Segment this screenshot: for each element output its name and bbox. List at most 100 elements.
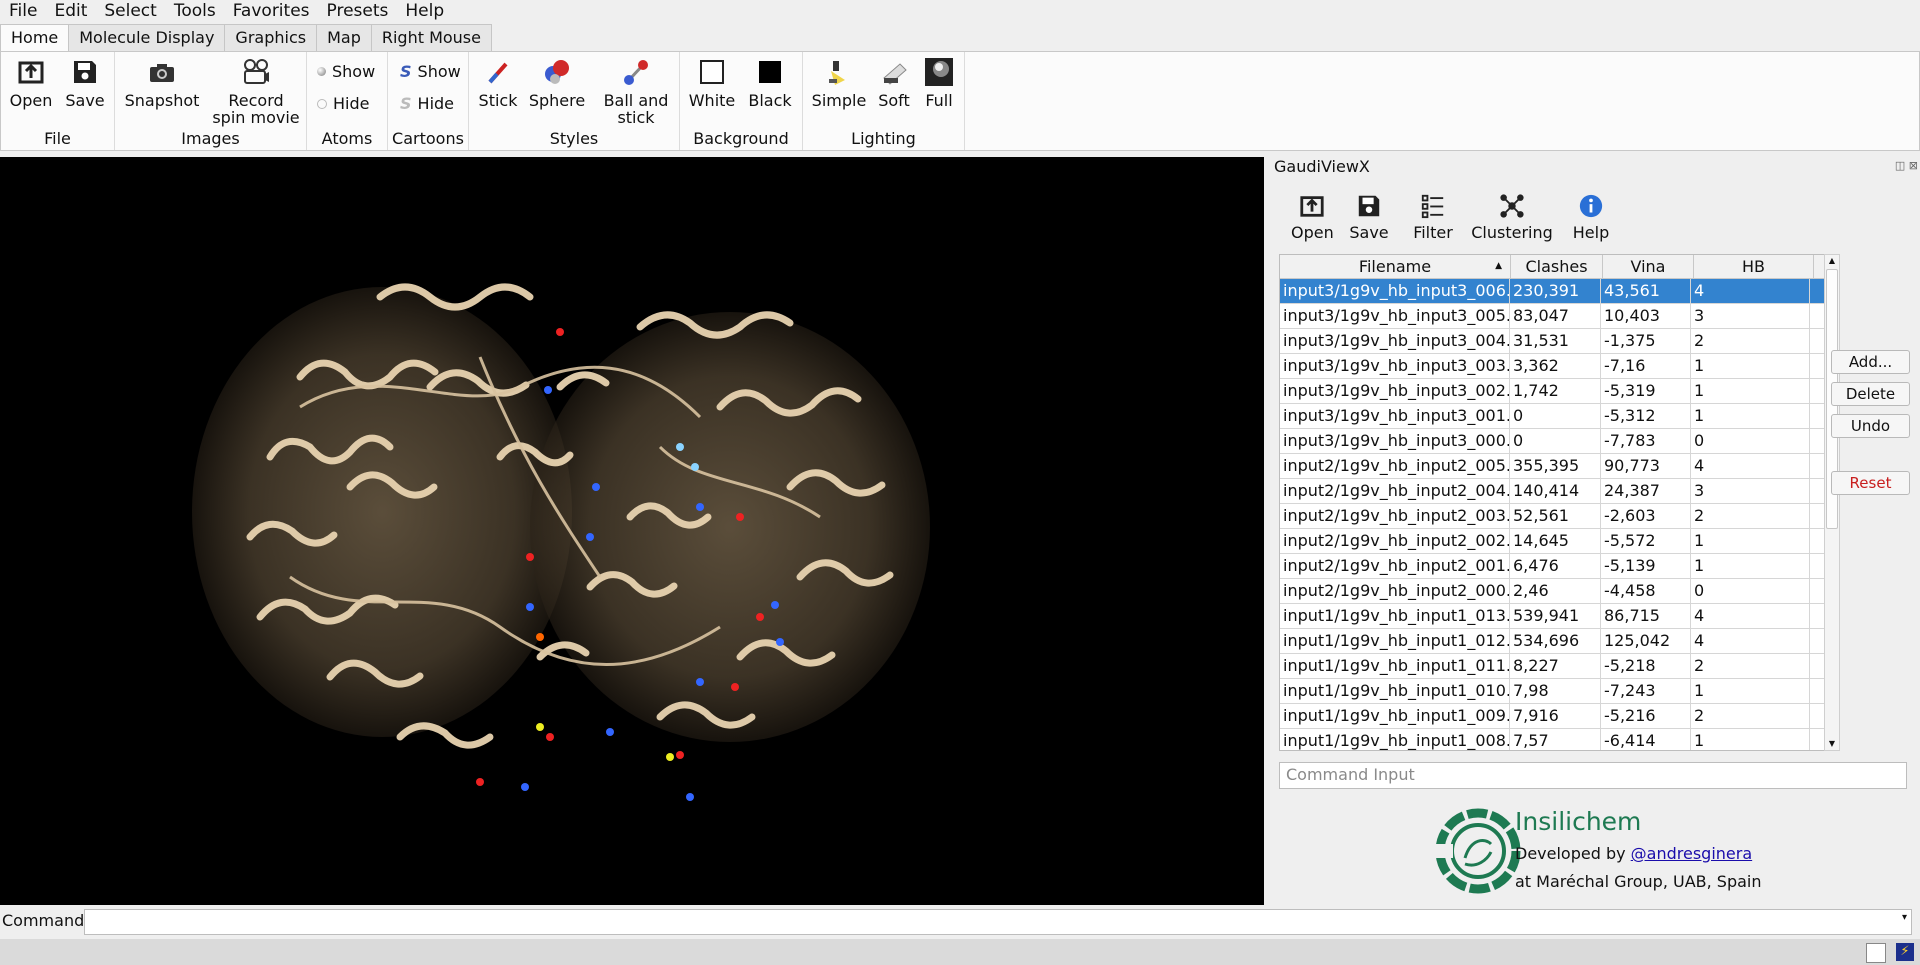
- lighting-full-button[interactable]: Full: [919, 58, 959, 109]
- table-row[interactable]: input3/1g9v_hb_input3_003.zip 3,362 -7,16 1: [1280, 354, 1824, 379]
- tab-graphics[interactable]: Graphics: [224, 24, 318, 51]
- stick-icon: [484, 58, 512, 86]
- table-row[interactable]: input1/1g9v_hb_input1_011.zip 8,227 -5,218…: [1280, 654, 1824, 679]
- command-input[interactable]: [1280, 763, 1902, 786]
- table-row[interactable]: input2/1g9v_hb_input2_005.zip 355,395 90,7…: [1280, 454, 1824, 479]
- cartoons-hide-button[interactable]: S Hide: [400, 94, 454, 113]
- scroll-up-arrow-icon[interactable]: ▲: [1825, 255, 1839, 267]
- column-header-clashes[interactable]: Clashes: [1511, 255, 1603, 278]
- table-cell: 24,387: [1601, 479, 1691, 503]
- table-body: input3/1g9v_hb_input3_006.zip 230,391 43,5…: [1280, 279, 1824, 750]
- snapshot-button[interactable]: Snapshot: [124, 58, 200, 109]
- ball-and-stick-icon: [622, 58, 650, 86]
- panel-save-button[interactable]: Save: [1348, 193, 1390, 242]
- table-cell: 0: [1691, 579, 1810, 603]
- table-row[interactable]: input3/1g9v_hb_input3_006.zip 230,391 43,5…: [1280, 279, 1824, 304]
- table-row[interactable]: input3/1g9v_hb_input3_001.zip 0 -5,312 1: [1280, 404, 1824, 429]
- table-cell: input3/1g9v_hb_input3_002.zip: [1280, 379, 1510, 403]
- panel-help-button[interactable]: Help: [1571, 193, 1611, 242]
- menu-favorites[interactable]: Favorites: [224, 0, 318, 22]
- delete-button[interactable]: Delete: [1831, 382, 1910, 406]
- background-black-button[interactable]: Black: [746, 58, 794, 109]
- record-label-line2: spin movie: [212, 108, 300, 127]
- open-icon: [17, 58, 45, 86]
- reset-button[interactable]: Reset: [1831, 471, 1910, 495]
- group-background: White Black Background: [680, 52, 803, 150]
- atoms-hide-button[interactable]: Hide: [317, 94, 369, 113]
- menu-file[interactable]: File: [0, 0, 45, 22]
- table-cell: 86,715: [1601, 604, 1691, 628]
- table-row[interactable]: input2/1g9v_hb_input2_003.zip 52,561 -2,60…: [1280, 504, 1824, 529]
- undo-button[interactable]: Undo: [1831, 414, 1910, 438]
- table-cell: input1/1g9v_hb_input1_011.zip: [1280, 654, 1510, 678]
- background-white-button[interactable]: White: [688, 58, 736, 109]
- menu-help[interactable]: Help: [396, 0, 452, 22]
- menu-select[interactable]: Select: [95, 0, 164, 22]
- table-row[interactable]: input3/1g9v_hb_input3_004.zip 31,531 -1,37…: [1280, 329, 1824, 354]
- author-link[interactable]: @andresginera: [1631, 844, 1752, 863]
- table-row[interactable]: input2/1g9v_hb_input2_004.zip 140,414 24,3…: [1280, 479, 1824, 504]
- table-cell: 534,696: [1510, 629, 1601, 653]
- atoms-show-button[interactable]: Show: [317, 62, 375, 81]
- table-row[interactable]: input3/1g9v_hb_input3_002.zip 1,742 -5,319…: [1280, 379, 1824, 404]
- table-row[interactable]: input3/1g9v_hb_input3_000.zip 0 -7,783 0: [1280, 429, 1824, 454]
- table-cell: -5,139: [1601, 554, 1691, 578]
- table-cell: 90,773: [1601, 454, 1691, 478]
- results-table[interactable]: Filename ▲ Clashes Vina HB input3/1g9v_hb…: [1279, 254, 1825, 751]
- panel-open-button[interactable]: Open: [1291, 193, 1334, 242]
- table-cell: 230,391: [1510, 279, 1601, 303]
- lighting-simple-button[interactable]: Simple: [811, 58, 867, 109]
- panel-clustering-button[interactable]: Clustering: [1471, 193, 1553, 242]
- column-header-filename[interactable]: Filename ▲: [1280, 255, 1511, 278]
- tab-molecule-display[interactable]: Molecule Display: [68, 24, 226, 51]
- table-row[interactable]: input2/1g9v_hb_input2_000.zip 2,46 -4,458 0: [1280, 579, 1824, 604]
- column-header-hb[interactable]: HB: [1694, 255, 1814, 278]
- brand-name: Insilichem: [1515, 807, 1642, 836]
- table-row[interactable]: input1/1g9v_hb_input1_010.zip 7,98 -7,243 1: [1280, 679, 1824, 704]
- table-row[interactable]: input3/1g9v_hb_input3_005.zip 83,047 10,40…: [1280, 304, 1824, 329]
- close-icon[interactable]: ⊠: [1909, 159, 1918, 172]
- menu-presets[interactable]: Presets: [318, 0, 397, 22]
- camera-icon: [148, 58, 176, 86]
- command-line-field[interactable]: ▾: [84, 909, 1912, 935]
- menu-tools[interactable]: Tools: [165, 0, 224, 22]
- table-row[interactable]: input2/1g9v_hb_input2_002.zip 14,645 -5,57…: [1280, 529, 1824, 554]
- command-dropdown-icon[interactable]: ▾: [1902, 912, 1907, 923]
- table-row[interactable]: input1/1g9v_hb_input1_013.zip 539,941 86,7…: [1280, 604, 1824, 629]
- scroll-down-arrow-icon[interactable]: ▼: [1825, 738, 1839, 750]
- sphere-label: Sphere: [528, 91, 586, 110]
- tab-right-mouse[interactable]: Right Mouse: [370, 24, 492, 51]
- save-button[interactable]: Save: [63, 58, 107, 109]
- table-cell: input3/1g9v_hb_input3_000.zip: [1280, 429, 1510, 453]
- menu-edit[interactable]: Edit: [45, 0, 95, 22]
- record-spin-movie-button[interactable]: Record spin movie: [210, 58, 302, 126]
- developed-by-line: Developed by @andresginera: [1515, 844, 1752, 863]
- add-button[interactable]: Add...: [1831, 350, 1910, 374]
- affiliation: at Maréchal Group, UAB, Spain: [1515, 872, 1762, 891]
- selection-inspector-icon[interactable]: [1866, 943, 1886, 963]
- cartoons-show-button[interactable]: S Show: [400, 62, 461, 81]
- lightning-icon[interactable]: ⚡: [1896, 943, 1914, 961]
- sphere-button[interactable]: Sphere: [527, 58, 587, 109]
- lighting-soft-button[interactable]: Soft: [873, 58, 915, 109]
- tab-map[interactable]: Map: [316, 24, 372, 51]
- table-cell: 3: [1691, 304, 1810, 328]
- tab-home[interactable]: Home: [0, 24, 70, 52]
- group-styles: Stick Sphere Ball and stick Styles: [469, 52, 680, 150]
- panel-filter-button[interactable]: Filter: [1411, 193, 1455, 242]
- group-cartoons-label: Cartoons: [392, 129, 464, 148]
- ball-and-stick-button[interactable]: Ball and stick: [599, 58, 673, 126]
- table-row[interactable]: input1/1g9v_hb_input1_009.zip 7,916 -5,216…: [1280, 704, 1824, 729]
- ribbon-tabs: Home Molecule Display Graphics Map Right…: [0, 24, 492, 52]
- float-icon[interactable]: ◫: [1895, 159, 1905, 172]
- open-button[interactable]: Open: [9, 58, 53, 109]
- table-cell: -6,414: [1601, 729, 1691, 750]
- group-styles-label: Styles: [549, 129, 599, 148]
- column-header-vina[interactable]: Vina: [1603, 255, 1694, 278]
- table-scrollbar[interactable]: ▲ ▼: [1824, 254, 1840, 751]
- table-row[interactable]: input1/1g9v_hb_input1_012.zip 534,696 125,…: [1280, 629, 1824, 654]
- molecule-viewer[interactable]: [0, 157, 1264, 905]
- table-row[interactable]: input2/1g9v_hb_input2_001.zip 6,476 -5,139…: [1280, 554, 1824, 579]
- stick-button[interactable]: Stick: [473, 58, 523, 109]
- table-row[interactable]: input1/1g9v_hb_input1_008.zip 7,57 -6,414 1: [1280, 729, 1824, 750]
